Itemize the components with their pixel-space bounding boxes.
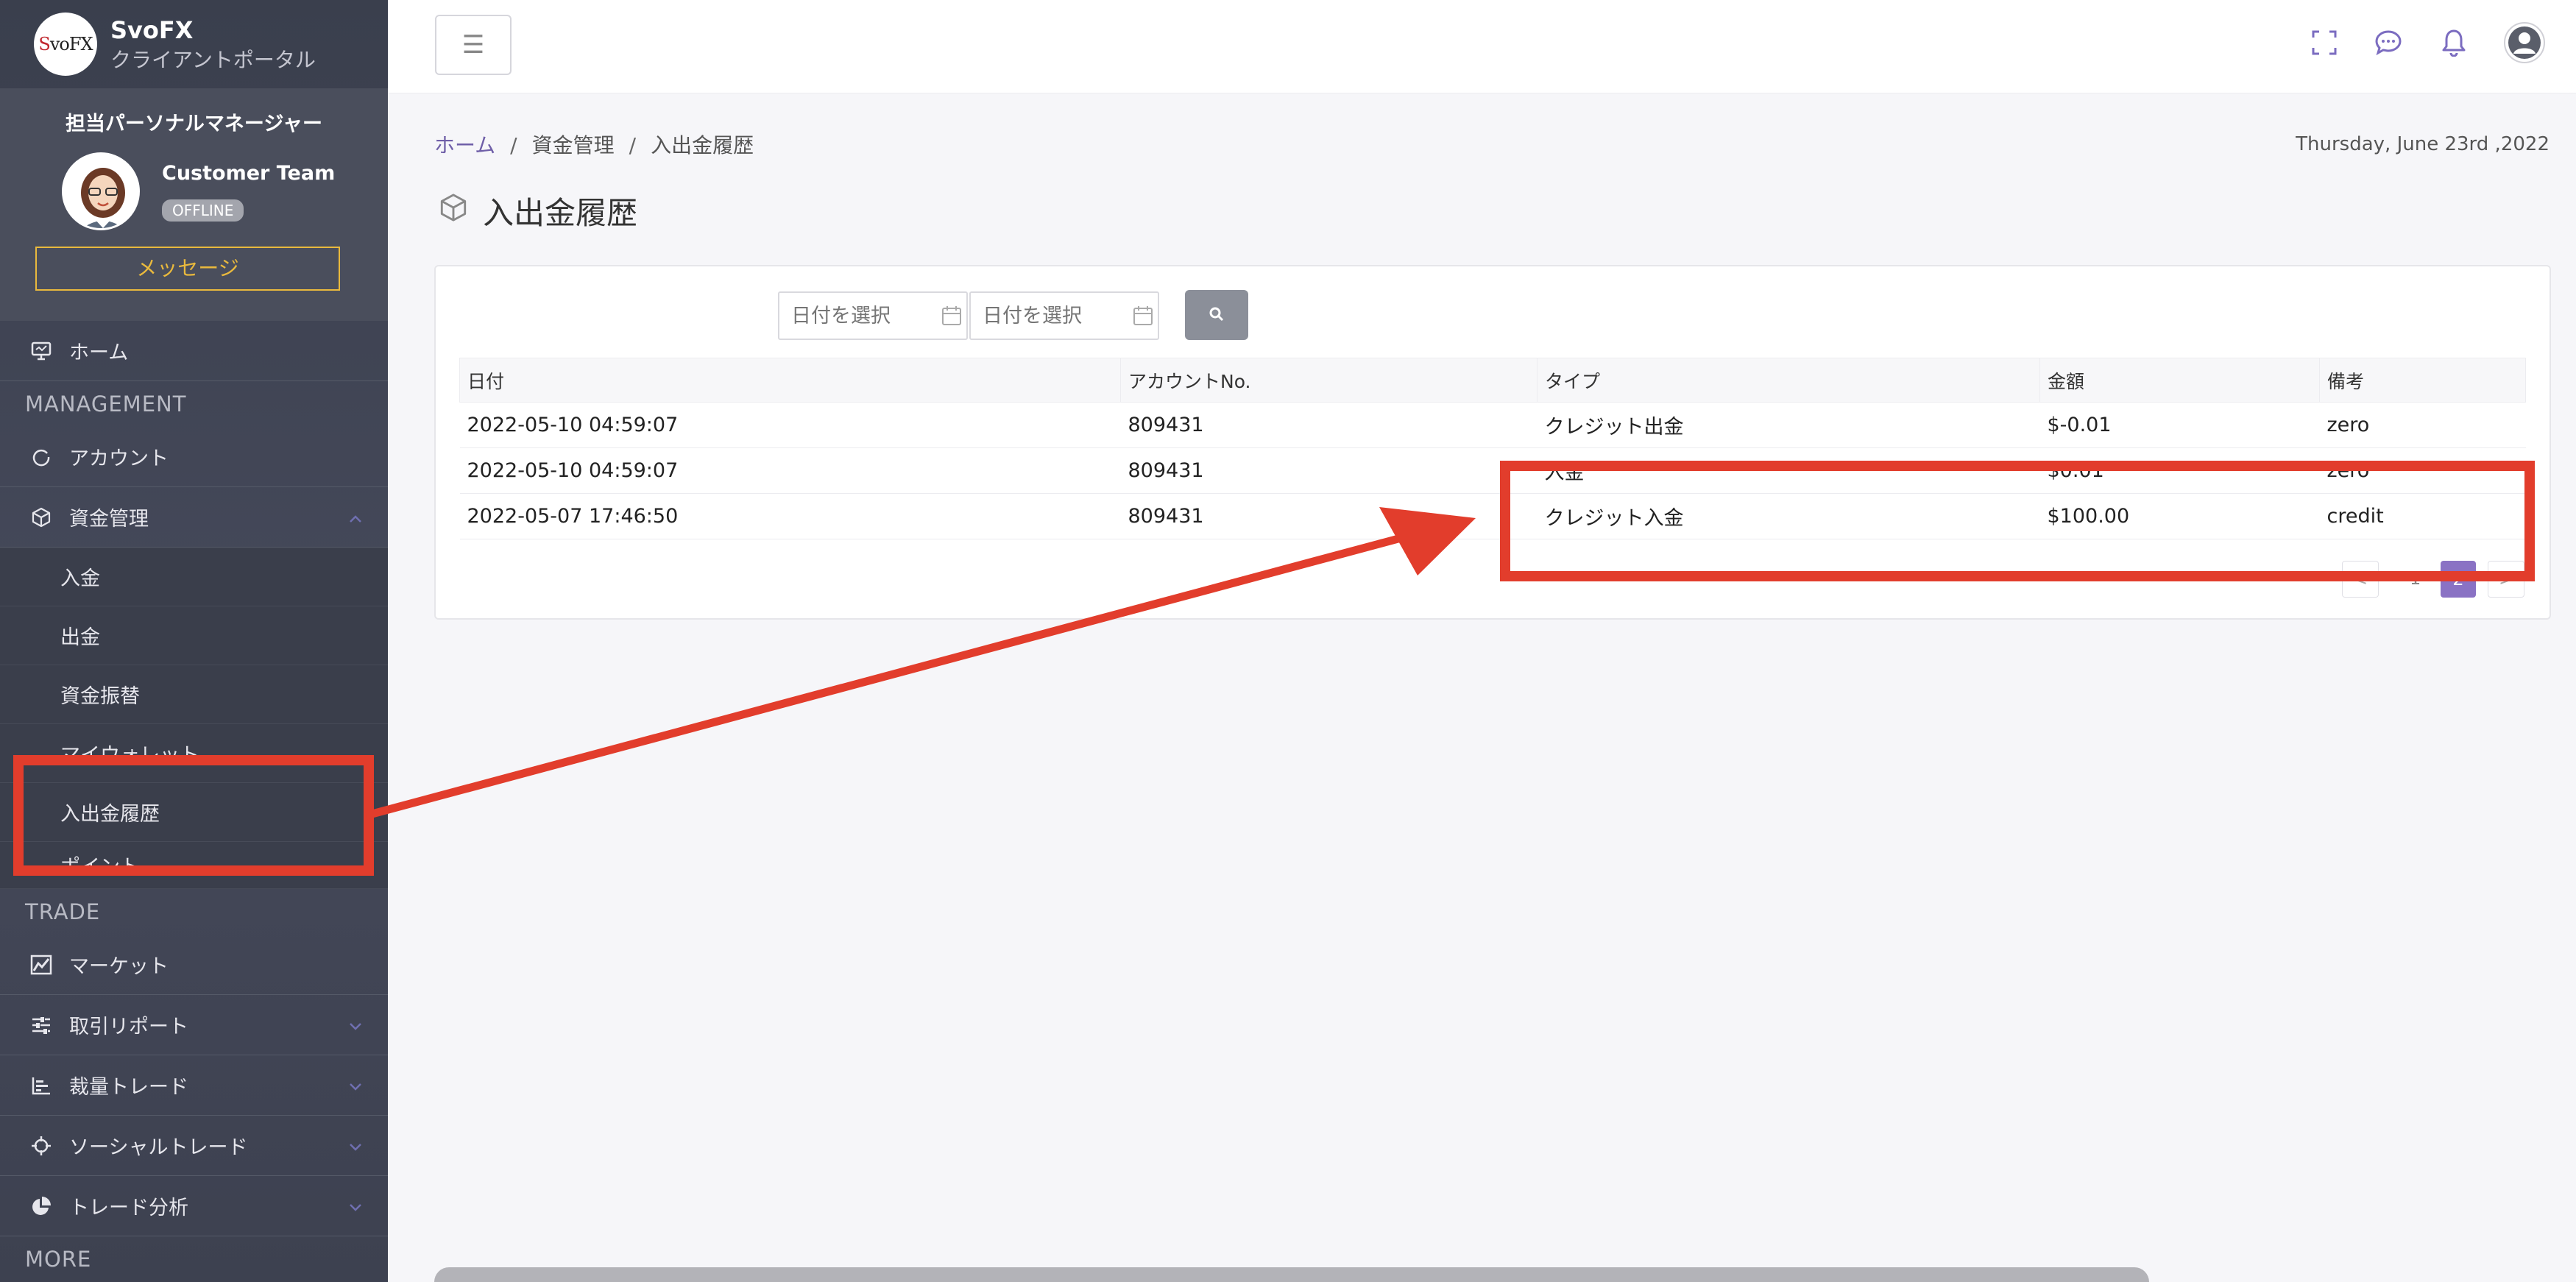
section-trade: TRADE [25,899,101,924]
brand-name: SvoFX [110,15,194,44]
manager-avatar [62,152,140,230]
start-date-input[interactable] [778,291,968,340]
sidebar-subitem-transfer[interactable]: 資金振替 [0,665,388,724]
bell-icon[interactable] [2436,25,2471,60]
sidebar-item-label: ホーム [69,341,129,364]
column-header-remarks[interactable]: 備考 [2319,358,2526,403]
current-date: Thursday, June 23rd ,2022 [2296,133,2550,155]
section-more: MORE [25,1247,92,1272]
crosshair-icon [26,1135,56,1157]
breadcrumb-separator: / [510,133,517,157]
sidebar-item-label: アカウント [69,447,169,470]
sidebar-item-label: マーケット [69,955,169,978]
sliders-icon [26,1014,56,1036]
search-button[interactable] [1185,290,1248,340]
cell-remarks: zero [2319,402,2526,448]
cell-account: 809431 [1120,402,1538,448]
cell-date: 2022-05-10 04:59:07 [459,447,1121,494]
page-title-text: 入出金履歴 [483,195,638,231]
bar-chart-icon [26,1074,56,1097]
annotation-highlight-sidebar [13,755,374,876]
manager-panel: 担当パーソナルマネージャー Customer Team OFFLINE メッセー… [0,88,388,321]
chevron-down-icon [348,1014,363,1037]
chevron-up-icon [348,506,363,529]
sidebar-item-account[interactable]: アカウント [0,427,388,487]
menu-toggle-button[interactable]: ☰ [435,15,512,75]
search-icon [1208,305,1225,325]
circle-icon [26,446,56,468]
manager-title: 担当パーソナルマネージャー [65,113,323,135]
monitor-icon [26,340,56,362]
column-header-date[interactable]: 日付 [459,358,1121,403]
end-date-input[interactable] [969,291,1159,340]
column-header-account[interactable]: アカウントNo. [1120,358,1538,403]
box-icon [26,506,56,528]
cell-account: 809431 [1120,493,1538,539]
chevron-down-icon [348,1074,363,1097]
sidebar: SvoFX SvoFX クライアントポータル 担当パーソナルマネージャー Cus… [0,0,388,1282]
top-bar: ☰ [388,0,2576,93]
user-avatar-icon[interactable] [2502,21,2547,65]
sidebar-item-discretionary-trade[interactable]: 裁量トレード [0,1055,388,1116]
column-header-type[interactable]: タイプ [1537,358,2040,403]
manager-name: Customer Team [162,161,336,185]
table-row: 2022-05-10 04:59:07 809431 クレジット出金 $-0.0… [459,402,2526,448]
sidebar-subitem-withdraw[interactable]: 出金 [0,606,388,665]
sidebar-item-trade-report[interactable]: 取引リポート [0,995,388,1055]
sidebar-item-market[interactable]: マーケット [0,935,388,995]
chat-icon[interactable] [2371,25,2406,60]
calendar-icon[interactable] [941,305,963,330]
box-icon [439,193,468,230]
chevron-down-icon [348,1135,363,1158]
cell-account: 809431 [1120,447,1538,494]
cell-type: クレジット出金 [1537,402,2040,448]
sidebar-item-trade-analysis[interactable]: トレード分析 [0,1176,388,1236]
sidebar-item-label: ソーシャルトレード [69,1136,248,1159]
breadcrumb-home[interactable]: ホーム [434,133,495,157]
sidebar-subitem-deposit[interactable]: 入金 [0,548,388,606]
breadcrumb-current: 入出金履歴 [651,133,754,157]
pie-chart-icon [26,1195,56,1217]
sidebar-item-label: トレード分析 [69,1197,188,1219]
table-header-row: 日付 アカウントNo. タイプ 金額 備考 [459,358,2526,403]
message-button[interactable]: メッセージ [35,247,340,291]
breadcrumb: ホーム / 資金管理 / 入出金履歴 [434,130,754,159]
sidebar-item-social-trade[interactable]: ソーシャルトレード [0,1116,388,1176]
page-title: 入出金履歴 [439,188,637,233]
cell-amount: $-0.01 [2039,402,2320,448]
sidebar-item-funds[interactable]: 資金管理 [0,487,388,548]
cell-date: 2022-05-10 04:59:07 [459,402,1121,448]
section-management: MANAGEMENT [25,392,187,417]
chart-icon [26,954,56,976]
hamburger-icon: ☰ [461,31,485,59]
breadcrumb-funds[interactable]: 資金管理 [532,133,615,157]
cell-date: 2022-05-07 17:46:50 [459,493,1121,539]
sidebar-item-label: 裁量トレード [69,1076,188,1099]
annotation-highlight-row [1500,461,2535,581]
status-badge: OFFLINE [162,199,244,222]
calendar-icon[interactable] [1132,305,1154,330]
breadcrumb-separator: / [629,133,637,157]
sidebar-item-label: 取引リポート [69,1016,188,1038]
fullscreen-icon[interactable] [2307,25,2342,60]
brand[interactable]: SvoFX SvoFX クライアントポータル [0,0,388,88]
brand-subtitle: クライアントポータル [110,47,316,72]
column-header-amount[interactable]: 金額 [2039,358,2320,403]
chevron-down-icon [348,1195,363,1218]
horizontal-scrollbar[interactable] [434,1267,2149,1282]
brand-logo: SvoFX [34,13,97,76]
sidebar-item-label: 資金管理 [69,508,149,531]
sidebar-item-home[interactable]: ホーム [0,321,388,381]
